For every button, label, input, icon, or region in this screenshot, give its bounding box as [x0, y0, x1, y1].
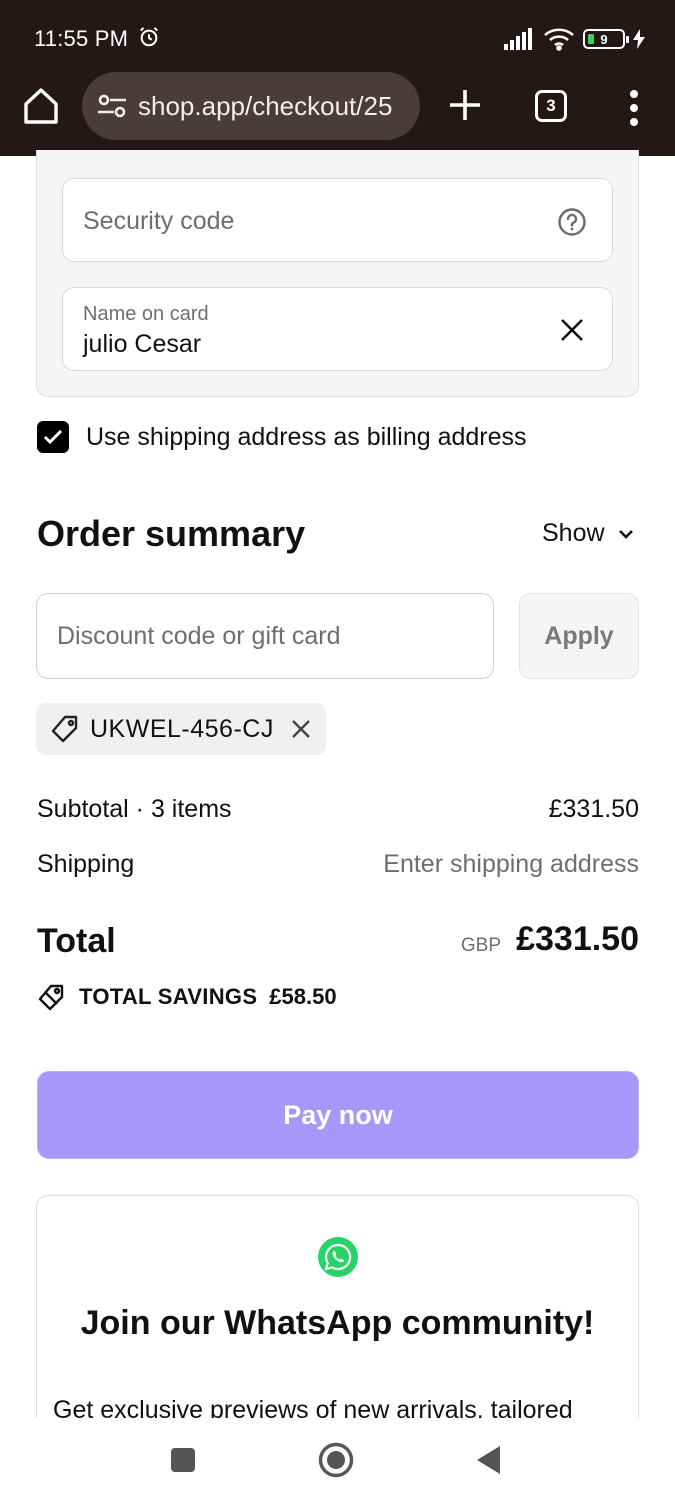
tag-icon [51, 715, 78, 743]
battery-indicator: 9 [583, 29, 629, 49]
charging-icon [633, 29, 645, 49]
browser-chrome: 11:55 PM 9 shop.app/checkout/25 3 [0, 0, 675, 156]
whatsapp-title: Join our WhatsApp community! [80, 1304, 595, 1342]
help-icon[interactable] [557, 207, 587, 237]
name-on-card-label: Name on card [83, 303, 209, 325]
discount-code-placeholder: Discount code or gift card [57, 622, 341, 650]
tab-count: 3 [546, 96, 556, 115]
security-code-placeholder: Security code [83, 207, 235, 235]
address-bar[interactable]: shop.app/checkout/25 [82, 72, 420, 140]
alarm-icon [140, 27, 158, 47]
whatsapp-community-card: Join our WhatsApp community! Get exclusi… [36, 1195, 639, 1455]
pay-now-button[interactable]: Pay now [37, 1071, 639, 1159]
signal-icon [504, 28, 532, 50]
security-code-field[interactable]: Security code [62, 178, 613, 262]
show-summary-toggle[interactable]: Show [542, 519, 635, 548]
more-options-icon[interactable] [620, 88, 648, 128]
total-savings-value: £58.50 [269, 984, 337, 1009]
clear-icon[interactable] [558, 316, 586, 344]
recent-apps-button[interactable] [171, 1448, 195, 1472]
apply-discount-button[interactable]: Apply [519, 593, 639, 679]
url-text[interactable]: shop.app/checkout/25 [138, 91, 392, 122]
order-summary-title: Order summary [37, 513, 306, 554]
applied-discount-code: UKWEL-456-CJ [90, 714, 274, 743]
total-value: £331.50 [516, 920, 639, 958]
discount-code-input[interactable]: Discount code or gift card [36, 593, 494, 679]
status-time: 11:55 PM [34, 26, 129, 51]
name-on-card-field[interactable]: Name on card julio Cesar [62, 287, 613, 371]
savings-tag-icon [38, 984, 64, 1011]
status-indicators: 9 [503, 27, 645, 51]
checkmark-icon [43, 429, 63, 445]
total-savings-label: TOTAL SAVINGS [79, 984, 258, 1009]
total-currency: GBP [460, 935, 501, 956]
show-summary-label[interactable]: Show [542, 519, 605, 548]
home-button[interactable] [318, 1442, 354, 1478]
new-tab-icon[interactable] [446, 86, 484, 124]
subtotal-value: £331.50 [548, 795, 639, 823]
whatsapp-icon [318, 1237, 358, 1277]
site-settings-icon[interactable] [96, 93, 128, 119]
billing-address-label[interactable]: Use shipping address as billing address [86, 423, 527, 452]
system-navigation-bar [0, 1418, 675, 1500]
battery-level: 9 [600, 31, 608, 47]
applied-discount-chip: UKWEL-456-CJ [36, 703, 326, 755]
tab-switcher-button[interactable]: 3 [535, 90, 567, 122]
remove-discount-icon[interactable] [290, 718, 312, 740]
wifi-icon [544, 28, 574, 51]
subtotal-label: Subtotal · 3 items [37, 795, 232, 823]
back-button[interactable] [474, 1444, 502, 1476]
home-icon[interactable] [22, 86, 60, 126]
chevron-down-icon[interactable] [617, 525, 635, 543]
total-label: Total [37, 922, 116, 960]
shipping-value: Enter shipping address [383, 850, 639, 878]
shipping-label: Shipping [37, 850, 135, 878]
total-savings: TOTAL SAVINGS £58.50 [37, 982, 337, 1012]
name-on-card-value[interactable]: julio Cesar [83, 330, 201, 359]
billing-address-checkbox[interactable] [37, 421, 69, 453]
